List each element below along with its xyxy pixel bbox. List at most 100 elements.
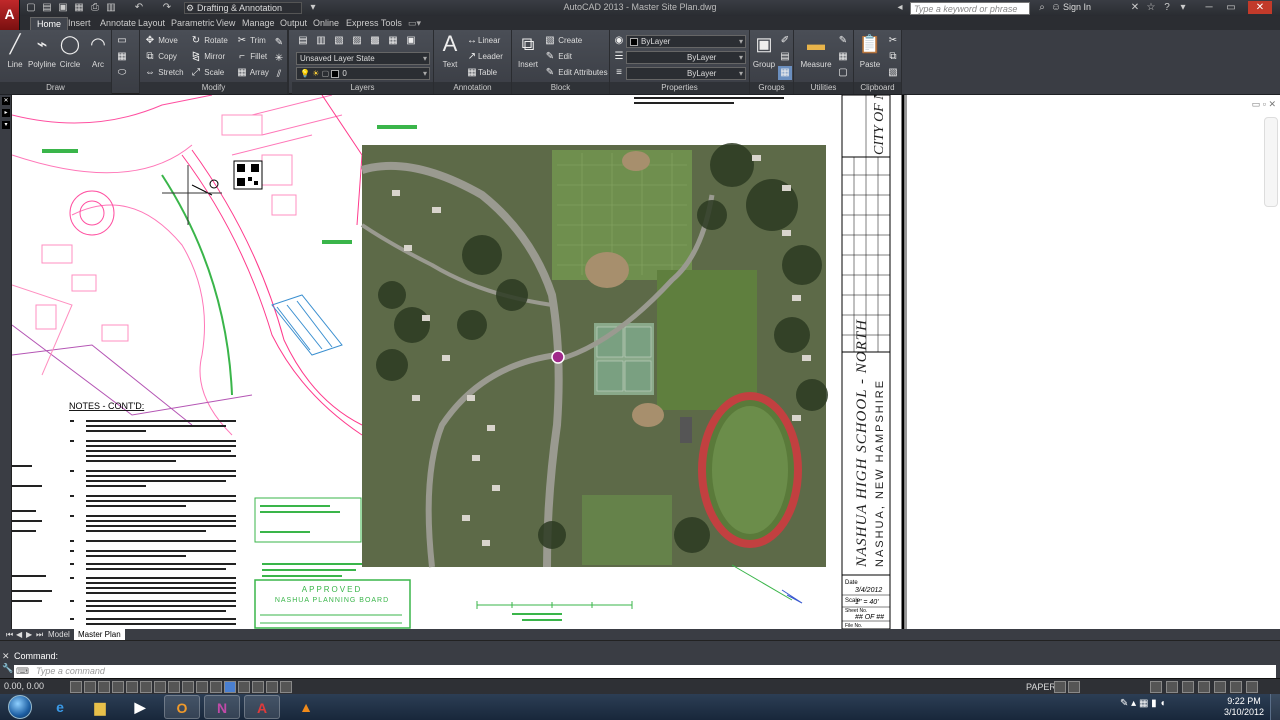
hatch-icon[interactable]: ▦ (115, 50, 129, 64)
rotate-button[interactable]: ↻ Rotate (190, 34, 228, 48)
panel-title-layers[interactable]: Layers (292, 82, 433, 94)
open-folder-icon[interactable]: ▤ (40, 2, 54, 14)
onenote-icon[interactable]: N (204, 695, 240, 719)
explode-icon[interactable]: ✳ (272, 52, 286, 66)
hardware-acceleration-icon[interactable] (1214, 681, 1226, 693)
save-as-icon[interactable]: ▦ (72, 2, 86, 14)
panel-title-annotation[interactable]: Annotation (434, 82, 511, 94)
media-player-icon[interactable]: ▶ (122, 695, 158, 719)
layer-properties-icon[interactable]: ▤ (296, 34, 310, 48)
system-clock[interactable]: 9:22 PM 3/10/2012 (1224, 696, 1264, 718)
edit-block-button[interactable]: ✎ Edit (544, 50, 572, 64)
layer-icon[interactable]: ▥ (314, 34, 328, 48)
arc-button[interactable]: ◠ Arc (84, 32, 112, 69)
selection-cycling-icon[interactable] (252, 681, 264, 693)
move-button[interactable]: ✥ Move (144, 34, 178, 48)
tab-insert[interactable]: Insert (62, 17, 97, 30)
layer-match-icon[interactable]: ▣ (404, 34, 418, 48)
sign-in-link[interactable]: Sign In (1063, 2, 1091, 12)
start-button[interactable] (2, 694, 38, 720)
lineweight-toggle-icon[interactable] (210, 681, 222, 693)
paper-space-area[interactable]: ▭ ▫ ✕ (905, 95, 1280, 629)
star-icon[interactable]: ☆ (1144, 2, 1158, 14)
id-point-icon[interactable]: ▢ (836, 66, 850, 80)
autohide-icon[interactable]: ▸ (2, 109, 10, 117)
array-button[interactable]: ▦ Array (236, 66, 269, 80)
trim-button[interactable]: ✂ Trim (236, 34, 266, 48)
file-explorer-icon[interactable]: ▆ (82, 695, 118, 719)
redo-icon[interactable]: ↷ (160, 2, 174, 14)
panel-title-draw[interactable]: Draw (0, 82, 111, 94)
internet-explorer-icon[interactable]: e (42, 695, 78, 719)
workspace-switch-icon[interactable] (1166, 681, 1178, 693)
layer-lock-icon[interactable]: ▦ (386, 34, 400, 48)
panel-title-properties[interactable]: Properties (610, 82, 749, 94)
close-palette-icon[interactable]: ✕ (2, 97, 10, 105)
isolate-objects-icon[interactable] (1198, 681, 1210, 693)
undo-icon[interactable]: ↶ (132, 2, 146, 14)
scale-button[interactable]: ⤢ Scale (190, 66, 224, 80)
quick-select-icon[interactable]: ✎ (836, 34, 850, 48)
annotation-monitor-icon[interactable] (266, 681, 278, 693)
close-button[interactable]: ✕ (1248, 1, 1272, 14)
palette-menu-icon[interactable]: ▾ (2, 121, 10, 129)
leader-button[interactable]: ↗ Leader (466, 50, 503, 64)
rectangle-icon[interactable]: ▭ (115, 34, 129, 48)
user-icon[interactable]: ☺ (1049, 2, 1063, 14)
layer-off-icon[interactable]: ▨ (350, 34, 364, 48)
erase-icon[interactable]: ✎ (272, 36, 286, 50)
navigation-bar[interactable] (1264, 117, 1278, 207)
transparency-icon[interactable] (224, 681, 236, 693)
layer-state-select[interactable]: Unsaved Layer State (296, 52, 430, 65)
layer-freeze-icon[interactable]: ▩ (368, 34, 382, 48)
fillet-button[interactable]: ⌐ Fillet (236, 50, 267, 64)
binoculars-icon[interactable]: ⌕ (1035, 2, 1049, 14)
dropdown-chevron-icon[interactable]: ▾ (1176, 2, 1190, 14)
infer-constraints-icon[interactable] (70, 681, 82, 693)
command-input[interactable]: ⌨ Type a command (14, 665, 1276, 678)
stretch-button[interactable]: ⇔ Stretch (144, 66, 184, 80)
copy-clip-icon[interactable]: ⧉ (886, 50, 900, 64)
workspace-selector[interactable]: Drafting & Annotation (184, 2, 302, 14)
panel-title-clipboard[interactable]: Clipboard (854, 82, 901, 94)
annotation-scale-icon[interactable] (1150, 681, 1162, 693)
linetype-select[interactable]: ByLayer (626, 51, 746, 64)
ortho-mode-icon[interactable] (112, 681, 124, 693)
paste-button[interactable]: 📋 Paste (856, 32, 884, 69)
circle-button[interactable]: ◯ Circle (56, 32, 84, 69)
new-file-icon[interactable]: ▢ (24, 2, 38, 14)
panel-title-utilities[interactable]: Utilities (794, 82, 853, 94)
system-tray[interactable]: ✎ ▴ ▦ ▮ ◖ (1120, 698, 1166, 709)
outlook-icon[interactable]: O (164, 695, 200, 719)
mirror-button[interactable]: ⧎ Mirror (190, 50, 225, 64)
dropdown-chevron-icon[interactable]: ▾ (306, 2, 320, 14)
current-layer-select[interactable]: 💡 ☀ ▢ 0 (296, 67, 430, 80)
text-button[interactable]: A Text (436, 32, 464, 70)
maximize-button[interactable]: ▭ (1222, 1, 1240, 14)
plot-icon[interactable]: ▥ (104, 2, 118, 14)
tab-master-plan[interactable]: Master Plan (74, 629, 125, 640)
model-space-icon[interactable] (280, 681, 292, 693)
object-snap-icon[interactable] (140, 681, 152, 693)
search-expand-icon[interactable]: ◂ (893, 2, 907, 14)
create-block-button[interactable]: ▧ Create (544, 34, 582, 48)
copy-base-icon[interactable]: ▧ (886, 66, 900, 80)
save-icon[interactable]: ▣ (56, 2, 70, 14)
insert-button[interactable]: ⧉ Insert (514, 32, 542, 69)
table-button[interactable]: ▦Table (466, 66, 497, 80)
grid-display-icon[interactable] (98, 681, 110, 693)
ellipse-icon[interactable]: ⬭ (115, 66, 129, 80)
polyline-button[interactable]: ⌁ Polyline (27, 32, 57, 69)
viewport-controls[interactable]: ▭ ▫ ✕ (1252, 99, 1276, 110)
tab-express-tools[interactable]: Express Tools (340, 17, 408, 30)
polar-tracking-icon[interactable] (126, 681, 138, 693)
vlc-icon[interactable]: ▲ (288, 695, 324, 719)
exchange-icon[interactable]: ✕ (1128, 2, 1142, 14)
status-menu-icon[interactable] (1246, 681, 1258, 693)
calculator-icon[interactable]: ▦ (836, 50, 850, 64)
panel-title-block[interactable]: Block (512, 82, 609, 94)
show-desktop-button[interactable] (1270, 694, 1280, 720)
layer-iso-icon[interactable]: ▧ (332, 34, 346, 48)
application-menu-button[interactable]: A (0, 0, 20, 30)
dynamic-ucs-icon[interactable] (182, 681, 194, 693)
